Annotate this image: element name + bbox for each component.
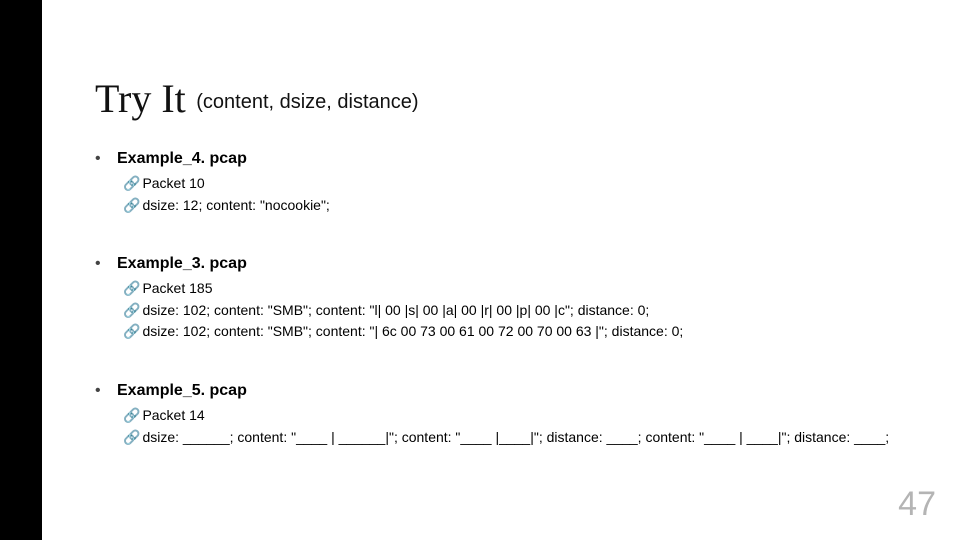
left-accent-bar xyxy=(0,0,42,540)
example-line: 🔗Packet 10 xyxy=(123,174,900,194)
slide: Try It (content, dsize, distance) Exampl… xyxy=(0,0,960,540)
example-line: 🔗dsize: ______; content: "____ | ______|… xyxy=(123,428,900,448)
example-heading: Example_3. pcap xyxy=(95,255,900,273)
slide-subtitle: (content, dsize, distance) xyxy=(196,91,418,113)
link-icon: 🔗 xyxy=(123,279,140,299)
example-heading: Example_5. pcap xyxy=(95,382,900,400)
link-icon: 🔗 xyxy=(123,196,140,216)
example-line: 🔗dsize: 102; content: "SMB"; content: "|… xyxy=(123,322,900,342)
link-icon: 🔗 xyxy=(123,428,140,448)
link-icon: 🔗 xyxy=(123,174,140,194)
slide-content: Try It (content, dsize, distance) Exampl… xyxy=(95,75,900,449)
example-line: 🔗dsize: 12; content: "nocookie"; xyxy=(123,196,900,216)
bullet-list: Example_4. pcap 🔗Packet 10 🔗dsize: 12; c… xyxy=(95,150,900,447)
example-line: 🔗Packet 14 xyxy=(123,406,900,426)
example-heading: Example_4. pcap xyxy=(95,150,900,168)
slide-title: Try It xyxy=(95,76,186,121)
page-number: 47 xyxy=(898,485,936,524)
link-icon: 🔗 xyxy=(123,301,140,321)
example-line: 🔗dsize: 102; content: "SMB"; content: "l… xyxy=(123,301,900,321)
link-icon: 🔗 xyxy=(123,322,140,342)
link-icon: 🔗 xyxy=(123,406,140,426)
example-line: 🔗Packet 185 xyxy=(123,279,900,299)
